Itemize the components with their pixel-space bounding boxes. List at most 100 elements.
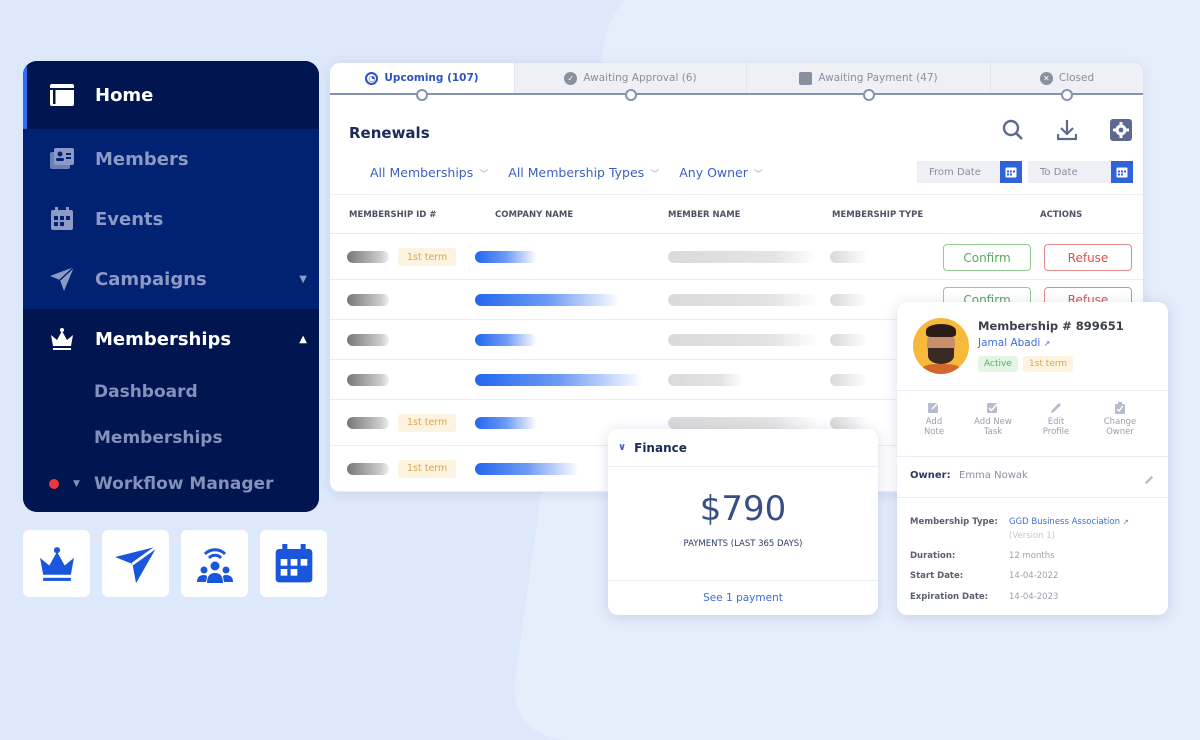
member-card-icon — [48, 145, 76, 173]
tab-upcoming[interactable]: ◔ Upcoming (107) — [330, 63, 515, 101]
date-picker-button[interactable] — [1000, 161, 1022, 183]
column-header-member-name[interactable]: MEMBER NAME — [668, 210, 740, 220]
search-icon — [1002, 119, 1023, 140]
sidebar-item-members[interactable]: Members — [23, 129, 319, 189]
sidebar-item-campaigns[interactable]: Campaigns ▼ — [23, 249, 319, 309]
tab-awaiting-payment[interactable]: Awaiting Payment (47) — [747, 63, 991, 101]
sidebar-item-label: Members — [95, 148, 189, 170]
membership-id-placeholder — [347, 462, 389, 475]
action-label: Change — [1103, 417, 1137, 427]
edit-profile-button[interactable]: Edit Profile — [1026, 402, 1086, 437]
tab-label: Awaiting Approval (6) — [583, 72, 697, 84]
finance-card: ∨ Finance $790 PAYMENTS (LAST 365 DAYS) … — [608, 429, 878, 615]
calendar-icon — [1116, 167, 1128, 178]
submenu-label: Workflow Manager — [94, 474, 274, 494]
chevron-down-icon[interactable]: ▼ — [73, 479, 80, 489]
see-payments-link[interactable]: See 1 payment — [608, 580, 878, 615]
chevron-down-icon[interactable]: ∨ — [618, 442, 626, 453]
column-header-membership-id[interactable]: MEMBERSHIP ID # — [349, 210, 436, 220]
change-owner-button[interactable]: Change Owner — [1090, 402, 1150, 437]
submenu-item-dashboard[interactable]: Dashboard — [23, 369, 319, 415]
chevron-up-icon[interactable]: ▲ — [299, 334, 307, 345]
chevron-down-icon[interactable]: ▼ — [299, 274, 307, 285]
membership-type-placeholder — [830, 333, 868, 346]
finance-title: Finance — [634, 440, 687, 455]
submenu-item-memberships[interactable]: Memberships — [23, 415, 319, 461]
finance-header[interactable]: ∨ Finance — [608, 429, 878, 467]
term-badge: 1st term — [1023, 356, 1074, 372]
divider — [897, 456, 1168, 457]
divider — [897, 497, 1168, 498]
membership-number: Membership # 899651 — [978, 319, 1124, 333]
membership-detail-card: Membership # 899651 Jamal Abadi ↗ Active… — [897, 302, 1168, 615]
from-date-input[interactable]: From Date — [917, 161, 1022, 183]
company-name-placeholder — [475, 293, 620, 306]
quick-campaigns-button[interactable] — [102, 530, 169, 597]
add-note-button[interactable]: Add Note — [904, 402, 964, 437]
gear-icon — [1110, 119, 1132, 141]
member-name-placeholder — [668, 293, 818, 306]
action-label: Owner — [1106, 426, 1134, 437]
company-name-placeholder — [475, 373, 643, 386]
tab-awaiting-approval[interactable]: ✓ Awaiting Approval (6) — [515, 63, 747, 101]
step-marker — [1061, 89, 1073, 101]
pencil-icon — [1144, 475, 1154, 485]
close-circle-icon: ✕ — [1039, 71, 1053, 85]
member-name-placeholder — [668, 373, 743, 386]
refuse-button[interactable]: Refuse — [1044, 244, 1132, 271]
status-badge: Active — [978, 356, 1018, 372]
to-date-input[interactable]: To Date — [1028, 161, 1133, 183]
sidebar-item-home[interactable]: Home — [23, 61, 319, 129]
column-header-company-name[interactable]: COMPANY NAME — [495, 210, 573, 220]
filter-membership-types[interactable]: All Membership Types ﹀ — [508, 165, 659, 180]
edit-owner-button[interactable] — [1144, 470, 1154, 489]
search-button[interactable] — [1000, 117, 1026, 143]
confirm-button[interactable]: Confirm — [943, 244, 1031, 271]
paper-plane-icon — [114, 544, 158, 583]
filter-owner[interactable]: Any Owner ﹀ — [679, 165, 763, 180]
term-badge: 1st term — [398, 459, 457, 478]
filter-all-memberships[interactable]: All Memberships ﹀ — [370, 165, 488, 180]
column-header-membership-type[interactable]: MEMBERSHIP TYPE — [832, 210, 923, 220]
table-header: MEMBERSHIP ID # COMPANY NAME MEMBER NAME… — [330, 194, 1143, 234]
company-name-placeholder — [475, 333, 537, 346]
table-row[interactable]: 1st term Confirm Refuse — [330, 235, 1143, 280]
renewal-status-tabs: ◔ Upcoming (107) ✓ Awaiting Approval (6)… — [330, 63, 1143, 101]
add-task-button[interactable]: Add New Task — [963, 402, 1023, 437]
membership-type-placeholder — [830, 251, 868, 263]
submenu-item-workflow-manager[interactable]: ▼ Workflow Manager — [23, 461, 319, 507]
filter-label: All Membership Types — [508, 165, 645, 180]
avatar — [913, 318, 969, 374]
membership-id-placeholder — [347, 293, 389, 306]
payments-label: PAYMENTS (LAST 365 DAYS) — [683, 539, 803, 549]
detail-label: Expiration Date: — [910, 592, 989, 602]
sidebar-item-events[interactable]: Events — [23, 189, 319, 249]
action-label: Task — [983, 426, 1003, 437]
member-name-link[interactable]: Jamal Abadi ↗ — [978, 337, 1050, 349]
date-picker-button[interactable] — [1111, 161, 1133, 183]
tab-closed[interactable]: ✕ Closed — [991, 63, 1143, 101]
sidebar: Home Members Events Campaigns ▼ Membersh… — [23, 61, 319, 512]
calendar-icon — [1005, 167, 1017, 178]
calendar-icon — [48, 205, 76, 233]
settings-button[interactable] — [1108, 117, 1134, 143]
expiration-date-value: 14-04-2023 — [1009, 592, 1059, 602]
membership-type-link[interactable]: GGD Business Association ↗ — [1009, 517, 1129, 527]
quick-memberships-button[interactable] — [23, 530, 90, 597]
step-marker — [624, 89, 637, 101]
download-button[interactable] — [1054, 117, 1080, 143]
filter-label: All Memberships — [370, 165, 474, 180]
member-name-placeholder — [668, 416, 818, 429]
chevron-down-icon: ﹀ — [753, 170, 763, 180]
term-badge: 1st term — [398, 248, 457, 266]
paper-plane-icon — [48, 265, 76, 293]
quick-community-button[interactable] — [181, 530, 248, 597]
chevron-down-icon: ﹀ — [479, 170, 489, 180]
to-date-placeholder: To Date — [1040, 166, 1078, 178]
external-link-icon: ↗ — [1043, 339, 1051, 348]
sidebar-item-memberships[interactable]: Memberships ▲ — [23, 309, 319, 369]
membership-type-placeholder — [830, 293, 868, 306]
quick-events-button[interactable] — [260, 530, 327, 597]
detail-label: Start Date: — [910, 571, 964, 581]
detail-label: Duration: — [910, 551, 956, 561]
